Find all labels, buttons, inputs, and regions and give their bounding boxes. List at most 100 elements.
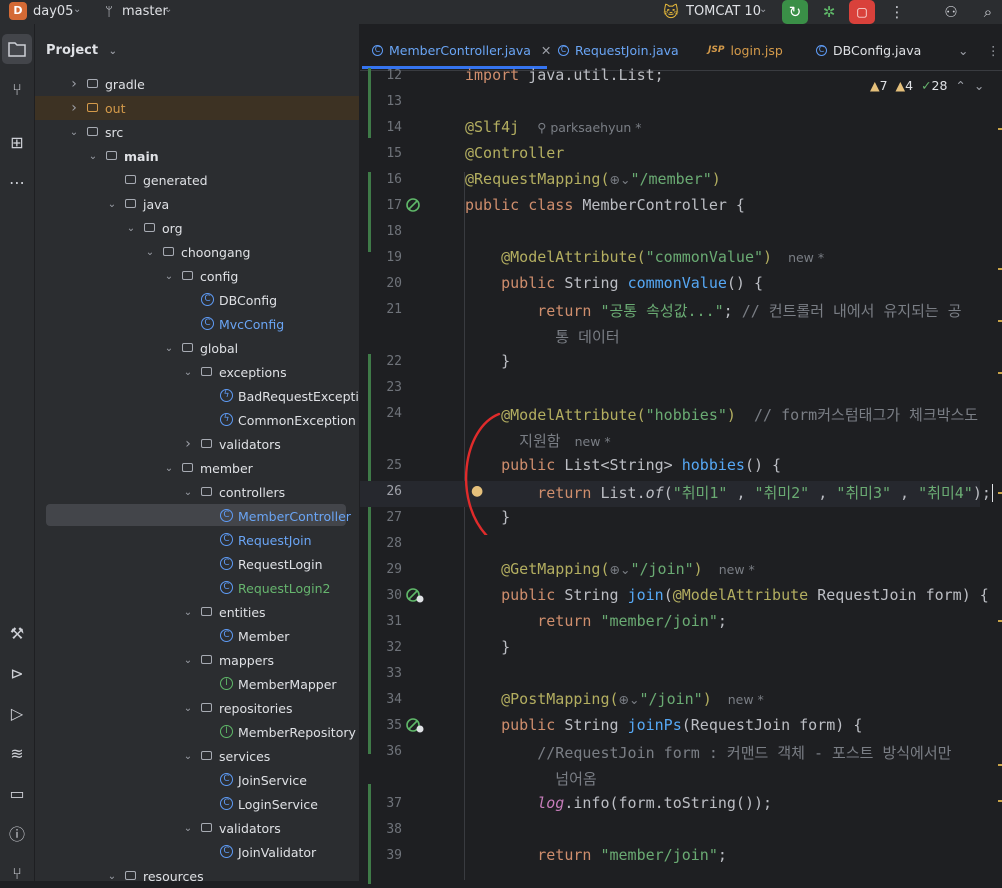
line-number[interactable]: 31 — [360, 614, 402, 629]
code-line[interactable]: return "member/join"; — [465, 612, 727, 630]
tree-item-requestjoin[interactable]: C RequestJoin — [35, 528, 359, 552]
chevron-down-icon[interactable]: ⌄ — [106, 871, 118, 882]
code-line[interactable]: @Slf4j ⚲ parksaehyun * — [465, 118, 642, 136]
layers-icon[interactable]: ≋ — [2, 738, 32, 768]
line-number[interactable]: 36 — [360, 744, 402, 759]
chevron-down-icon[interactable]: ⌄ — [182, 703, 194, 714]
tree-item-requestlogin[interactable]: C RequestLogin — [35, 552, 359, 576]
rerun-icon[interactable]: ↻ — [782, 0, 808, 24]
tree-item-memberrepository[interactable]: I MemberRepository — [35, 720, 359, 744]
chevron-down-icon[interactable]: ⌄ — [106, 199, 118, 210]
code-line[interactable]: return "공통 속성값..."; // 컨트롤러 내에서 유지되는 공 — [465, 300, 961, 321]
chevron-right-icon[interactable]: › — [68, 100, 80, 116]
line-number[interactable]: 26 — [360, 484, 402, 499]
tree-item-member[interactable]: ⌄ member — [35, 456, 359, 480]
chevron-down-icon[interactable]: ⌄ — [164, 4, 172, 15]
line-number[interactable]: 37 — [360, 796, 402, 811]
tree-item-mappers[interactable]: ⌄ mappers — [35, 648, 359, 672]
new-code-hint[interactable]: new * — [788, 250, 824, 265]
tab-dbconfig[interactable]: C DBConfig.java — [816, 40, 921, 60]
tree-item-org[interactable]: ⌄ org — [35, 216, 359, 240]
more-vertical-icon[interactable]: ⋮ — [884, 0, 910, 24]
code-line[interactable]: @RequestMapping(⊕⌄"/member") — [465, 170, 721, 188]
chevron-down-icon[interactable]: ⌄ — [144, 247, 156, 258]
tree-item-gradle[interactable]: › gradle — [35, 72, 359, 96]
chevron-down-icon[interactable]: ⌄ — [125, 223, 137, 234]
project-badge[interactable]: D — [9, 2, 27, 20]
line-number[interactable]: 33 — [360, 666, 402, 681]
line-number[interactable]: 34 — [360, 692, 402, 707]
services-icon[interactable]: ⊳ — [2, 658, 32, 688]
chevron-down-icon[interactable]: ⌄ — [182, 751, 194, 762]
code-line[interactable]: import java.util.List; — [465, 66, 664, 84]
tree-item-java[interactable]: ⌄ java — [35, 192, 359, 216]
line-number[interactable]: 18 — [360, 224, 402, 239]
tree-item-validators[interactable]: › validators — [35, 432, 359, 456]
tree-item-global[interactable]: ⌄ global — [35, 336, 359, 360]
line-number[interactable]: 23 — [360, 380, 402, 395]
code-line[interactable]: @GetMapping(⊕⌄"/join") new * — [465, 560, 755, 578]
chevron-down-icon[interactable]: ⌄ — [73, 4, 81, 15]
chevron-right-icon[interactable]: › — [68, 76, 80, 92]
code-line[interactable]: //RequestJoin form : 커맨드 객체 - 포스트 방식에서만 — [465, 742, 951, 763]
more-vertical-icon[interactable]: ⋮ — [987, 40, 1000, 60]
tree-item-commonexception[interactable]: ϟ CommonException — [35, 408, 359, 432]
line-number[interactable]: 27 — [360, 510, 402, 525]
line-number[interactable]: 24 — [360, 406, 402, 421]
code-line[interactable]: } — [465, 638, 510, 656]
tree-item-badrequestexception[interactable]: ϟ BadRequestException — [35, 384, 359, 408]
code-line[interactable]: return List.of("취미1" , "취미2" , "취미3" , "… — [465, 482, 993, 503]
web-endpoint-icon[interactable] — [406, 587, 424, 603]
tree-item-joinvalidator[interactable]: C JoinValidator — [35, 840, 359, 864]
chevron-down-icon[interactable]: ⌄ — [68, 127, 80, 138]
chevron-right-icon[interactable]: › — [182, 436, 194, 452]
chevron-down-icon[interactable]: ⌄ — [182, 607, 194, 618]
code-line[interactable]: @ModelAttribute("hobbies") // form커스텀태그가… — [465, 404, 978, 425]
more-horizontal-icon[interactable]: ⋯ — [2, 167, 32, 197]
terminal-icon[interactable]: ▭ — [2, 778, 32, 808]
line-number[interactable]: 12 — [360, 68, 402, 83]
line-number[interactable]: 25 — [360, 458, 402, 473]
line-number[interactable]: 20 — [360, 276, 402, 291]
chevron-down-icon[interactable]: ⌄ — [87, 151, 99, 162]
chevron-up-icon[interactable]: ⌃ — [955, 78, 965, 93]
code-line[interactable]: public class MemberController { — [465, 196, 745, 214]
chevron-down-icon[interactable]: ⌄ — [109, 46, 117, 57]
line-number[interactable]: 29 — [360, 562, 402, 577]
project-panel-title[interactable]: Project ⌄ — [46, 43, 117, 58]
code-line[interactable]: public String join(@ModelAttribute Reque… — [465, 586, 989, 604]
new-code-hint[interactable]: new * — [728, 692, 764, 707]
tab-login-jsp[interactable]: JSP login.jsp — [708, 40, 783, 60]
search-icon[interactable]: ⌕ — [975, 0, 1001, 24]
tree-item-mvcconfig[interactable]: C MvcConfig — [35, 312, 359, 336]
tree-item-repositories[interactable]: ⌄ repositories — [35, 696, 359, 720]
project-folder-icon[interactable] — [2, 34, 32, 64]
line-number[interactable]: 13 — [360, 94, 402, 109]
chevron-down-icon[interactable]: ⌄ — [163, 271, 175, 282]
spring-bean-icon[interactable] — [406, 197, 422, 213]
tree-item-main[interactable]: ⌄ main — [35, 144, 359, 168]
chevron-down-icon[interactable]: ⌄ — [163, 343, 175, 354]
line-number[interactable]: 39 — [360, 848, 402, 863]
line-number[interactable]: 38 — [360, 822, 402, 837]
line-number[interactable]: 16 — [360, 172, 402, 187]
soft-wrapped-line[interactable]: 통 데이터 — [465, 326, 619, 347]
code-line[interactable]: @Controller — [465, 144, 564, 162]
commit-icon[interactable]: ⑂ — [2, 74, 32, 104]
tree-item-choongang[interactable]: ⌄ choongang — [35, 240, 359, 264]
line-number[interactable]: 28 — [360, 536, 402, 551]
chevron-down-icon[interactable]: ⌄ — [182, 823, 194, 834]
run-config-name[interactable]: TOMCAT 10 — [686, 4, 761, 19]
code-line[interactable]: public String joinPs(RequestJoin form) { — [465, 716, 862, 734]
new-code-hint[interactable]: new * — [575, 434, 611, 449]
code-line[interactable]: } — [465, 352, 510, 370]
web-endpoint-icon[interactable] — [406, 717, 424, 733]
line-number[interactable]: 14 — [360, 120, 402, 135]
tree-item-entities[interactable]: ⌄ entities — [35, 600, 359, 624]
line-number[interactable]: 35 — [360, 718, 402, 733]
tree-item-dbconfig[interactable]: C DBConfig — [35, 288, 359, 312]
new-code-hint[interactable]: new * — [719, 562, 755, 577]
tree-item-out[interactable]: › out — [35, 96, 359, 120]
chevron-down-icon[interactable]: ⌄ — [182, 367, 194, 378]
git-icon[interactable]: ⑂ — [2, 858, 32, 888]
